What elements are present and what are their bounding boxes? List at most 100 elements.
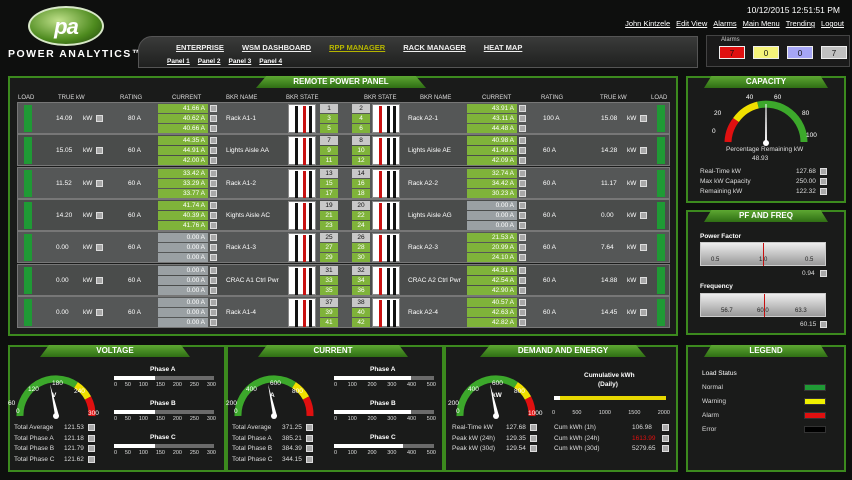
- logout-link[interactable]: Logout: [821, 19, 844, 28]
- voltage-stat-checkbox[interactable]: [88, 434, 95, 442]
- current-checkbox[interactable]: [210, 125, 217, 132]
- tab-enterprise[interactable]: ENTERPRISE: [167, 43, 233, 52]
- capacity-stat-checkbox[interactable]: [820, 188, 827, 195]
- panel-link-3[interactable]: Panel 3: [229, 58, 252, 65]
- capacity-stat-checkbox[interactable]: [820, 168, 827, 175]
- panel-link-2[interactable]: Panel 2: [198, 58, 221, 65]
- demand-stat-checkbox[interactable]: [530, 445, 537, 452]
- current-checkbox[interactable]: [210, 254, 217, 262]
- breaker-state-right[interactable]: [372, 104, 400, 133]
- current-checkbox[interactable]: [519, 189, 526, 197]
- alarm-count-warning[interactable]: 0: [753, 46, 779, 59]
- breaker-state-right[interactable]: [372, 297, 400, 327]
- current-checkbox[interactable]: [519, 115, 526, 122]
- current-checkbox[interactable]: [519, 211, 526, 219]
- alarms-link[interactable]: Alarms: [713, 19, 736, 28]
- breaker-state-left[interactable]: [288, 233, 316, 263]
- breaker-state-left[interactable]: [288, 168, 316, 198]
- current-checkbox[interactable]: [519, 221, 526, 229]
- row-checkbox[interactable]: [640, 276, 647, 284]
- current-checkbox[interactable]: [210, 234, 217, 242]
- current-stat-checkbox[interactable]: [306, 455, 313, 463]
- row-checkbox[interactable]: [96, 308, 103, 316]
- current-checkbox[interactable]: [519, 201, 526, 209]
- row-checkbox[interactable]: [640, 308, 647, 316]
- cumulative-stat-checkbox[interactable]: [662, 424, 669, 431]
- current-checkbox[interactable]: [519, 169, 526, 177]
- edit-view-link[interactable]: Edit View: [676, 19, 707, 28]
- current-checkbox[interactable]: [210, 147, 217, 155]
- current-checkbox[interactable]: [210, 276, 217, 284]
- current-checkbox[interactable]: [519, 298, 526, 306]
- tab-rpp-manager[interactable]: RPP MANAGER: [320, 43, 394, 52]
- current-checkbox[interactable]: [210, 179, 217, 187]
- current-checkbox[interactable]: [210, 298, 217, 306]
- current-checkbox[interactable]: [210, 157, 217, 165]
- row-checkbox[interactable]: [96, 147, 103, 155]
- row-checkbox[interactable]: [640, 244, 647, 252]
- capacity-stat-checkbox[interactable]: [820, 178, 827, 185]
- current-checkbox[interactable]: [210, 318, 217, 326]
- row-checkbox[interactable]: [96, 179, 103, 187]
- breaker-state-right[interactable]: [372, 200, 400, 230]
- row-checkbox[interactable]: [640, 179, 647, 187]
- current-checkbox[interactable]: [210, 169, 217, 177]
- current-stat-checkbox[interactable]: [306, 424, 313, 431]
- row-checkbox[interactable]: [640, 211, 647, 219]
- breaker-state-right[interactable]: [372, 233, 400, 263]
- row-checkbox[interactable]: [640, 147, 647, 155]
- current-checkbox[interactable]: [519, 266, 526, 274]
- current-checkbox[interactable]: [519, 125, 526, 132]
- current-checkbox[interactable]: [519, 105, 526, 112]
- current-checkbox[interactable]: [519, 254, 526, 262]
- breaker-state-right[interactable]: [372, 136, 400, 166]
- current-checkbox[interactable]: [519, 276, 526, 284]
- breaker-state-right[interactable]: [372, 168, 400, 198]
- current-checkbox[interactable]: [519, 157, 526, 165]
- current-stat-checkbox[interactable]: [306, 434, 313, 442]
- current-stat-checkbox[interactable]: [306, 445, 313, 452]
- current-checkbox[interactable]: [519, 244, 526, 252]
- demand-stat-checkbox[interactable]: [530, 424, 537, 431]
- current-checkbox[interactable]: [519, 286, 526, 294]
- breaker-state-left[interactable]: [288, 297, 316, 327]
- alarm-count-critical[interactable]: 7: [719, 46, 745, 59]
- tab-wsm-dashboard[interactable]: WSM DASHBOARD: [233, 43, 320, 52]
- current-checkbox[interactable]: [210, 286, 217, 294]
- alarm-count-info[interactable]: 0: [787, 46, 813, 59]
- user-link[interactable]: John Kintzele: [625, 19, 670, 28]
- alarm-count-other[interactable]: 7: [821, 46, 847, 59]
- cumulative-stat-checkbox[interactable]: [662, 434, 669, 442]
- panel-link-4[interactable]: Panel 4: [259, 58, 282, 65]
- current-checkbox[interactable]: [519, 137, 526, 145]
- row-checkbox[interactable]: [640, 115, 647, 122]
- current-checkbox[interactable]: [519, 147, 526, 155]
- voltage-stat-checkbox[interactable]: [88, 445, 95, 452]
- current-checkbox[interactable]: [519, 318, 526, 326]
- tab-heat-map[interactable]: HEAT MAP: [475, 43, 532, 52]
- current-checkbox[interactable]: [210, 211, 217, 219]
- demand-stat-checkbox[interactable]: [530, 434, 537, 442]
- voltage-stat-checkbox[interactable]: [88, 424, 95, 431]
- row-checkbox[interactable]: [96, 244, 103, 252]
- current-checkbox[interactable]: [519, 179, 526, 187]
- breaker-state-left[interactable]: [288, 200, 316, 230]
- power-factor-checkbox[interactable]: [820, 270, 827, 277]
- current-checkbox[interactable]: [210, 105, 217, 112]
- panel-link-1[interactable]: Panel 1: [167, 58, 190, 65]
- current-checkbox[interactable]: [210, 266, 217, 274]
- breaker-state-left[interactable]: [288, 136, 316, 166]
- breaker-state-left[interactable]: [288, 104, 316, 133]
- row-checkbox[interactable]: [96, 276, 103, 284]
- cumulative-stat-checkbox[interactable]: [662, 445, 669, 452]
- current-checkbox[interactable]: [519, 234, 526, 242]
- main-menu-link[interactable]: Main Menu: [743, 19, 780, 28]
- current-checkbox[interactable]: [210, 244, 217, 252]
- current-checkbox[interactable]: [210, 221, 217, 229]
- current-checkbox[interactable]: [210, 137, 217, 145]
- current-checkbox[interactable]: [210, 308, 217, 316]
- frequency-checkbox[interactable]: [820, 321, 827, 328]
- current-checkbox[interactable]: [210, 201, 217, 209]
- current-checkbox[interactable]: [210, 115, 217, 122]
- current-checkbox[interactable]: [210, 189, 217, 197]
